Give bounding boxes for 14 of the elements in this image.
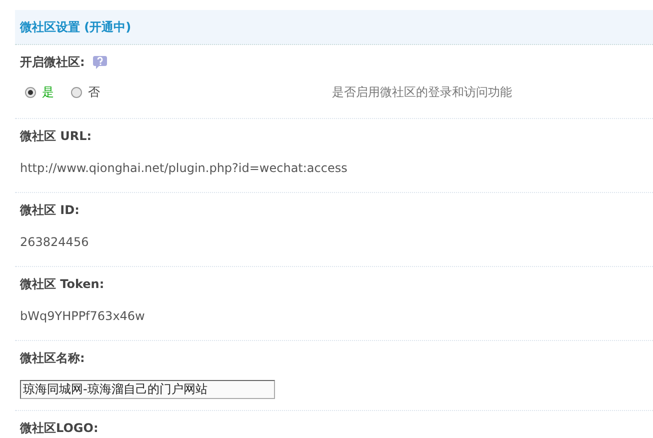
- field-label: 开启微社区:: [20, 54, 85, 70]
- field-label: 微社区 ID:: [20, 202, 80, 218]
- hint-text: 是否启用微社区的登录和访问功能: [332, 84, 512, 100]
- section-header: 微社区设置 (开通中): [15, 10, 653, 45]
- field-value: bWq9YHPPf763x46w: [20, 309, 145, 323]
- radio-option[interactable]: 否: [66, 84, 100, 100]
- field-label: 微社区名称:: [20, 350, 85, 366]
- field-value: http://www.qionghai.net/plugin.php?id=wechat:access: [20, 161, 348, 175]
- field-label: 微社区LOGO:: [20, 420, 98, 436]
- field-label: 微社区 Token:: [20, 276, 104, 292]
- help-icon[interactable]: [92, 55, 107, 69]
- field-label: 微社区 URL:: [20, 128, 92, 144]
- name-input-field[interactable]: 琼海同城网-琼海溜自己的门户网站: [20, 380, 275, 399]
- field-value: 263824456: [20, 235, 89, 249]
